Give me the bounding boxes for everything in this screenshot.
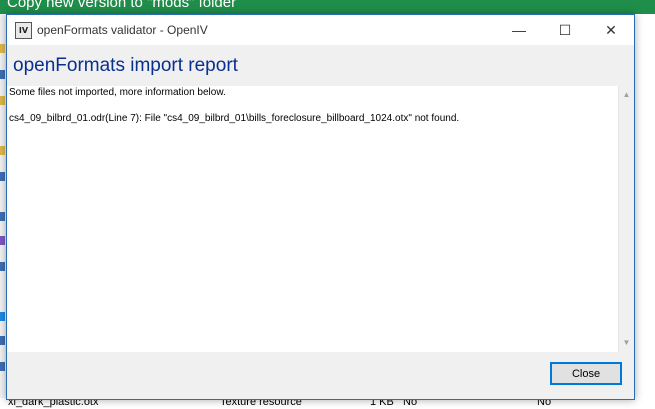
openiv-app-icon: IV [15, 22, 32, 39]
maximize-button[interactable]: ☐ [542, 15, 588, 45]
scroll-up-icon[interactable]: ▲ [619, 88, 634, 102]
close-window-button[interactable]: ✕ [588, 15, 634, 45]
report-error-line: cs4_09_bilbrd_01.odr(Line 7): File "cs4_… [9, 113, 460, 124]
file-icon [0, 70, 5, 79]
maximize-icon: ☐ [558, 21, 572, 38]
vertical-scrollbar[interactable]: ▲ ▼ [618, 86, 634, 352]
folder-icon [0, 96, 5, 105]
file-icon [0, 236, 5, 245]
title-bar[interactable]: IV openFormats validator - OpenIV — ☐ ✕ [7, 15, 634, 45]
background-banner-text: Copy new version to "mods" folder [7, 0, 237, 11]
validator-dialog: IV openFormats validator - OpenIV — ☐ ✕ … [6, 14, 635, 400]
file-icon [0, 362, 5, 371]
file-icon [0, 172, 5, 181]
close-button[interactable]: Close [550, 362, 622, 385]
report-text[interactable]: Some files not imported, more informatio… [7, 86, 612, 352]
background-banner: Copy new version to "mods" folder [0, 0, 655, 14]
minimize-icon: — [512, 22, 526, 38]
report-heading: openFormats import report [13, 55, 238, 76]
report-summary-line: Some files not imported, more informatio… [9, 87, 226, 98]
report-content-area[interactable]: Some files not imported, more informatio… [7, 86, 634, 352]
minimize-button[interactable]: — [496, 15, 542, 45]
close-icon: ✕ [605, 21, 617, 38]
scroll-down-icon[interactable]: ▼ [619, 336, 634, 350]
background-right-panel [634, 14, 655, 398]
folder-icon [0, 44, 5, 53]
file-icon [0, 262, 5, 271]
file-icon [0, 212, 5, 221]
folder-icon [0, 146, 5, 155]
file-icon [0, 312, 5, 321]
file-icon [0, 336, 5, 345]
window-title: openFormats validator - OpenIV [37, 23, 208, 37]
